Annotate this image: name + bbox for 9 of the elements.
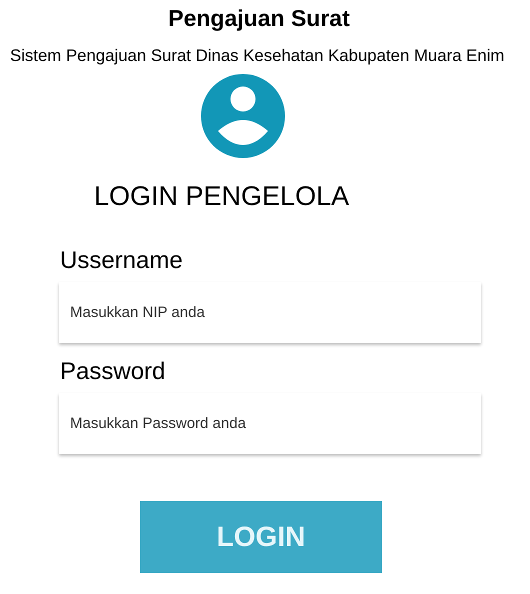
user-avatar-icon [201, 74, 285, 158]
page-subtitle: Sistem Pengajuan Surat Dinas Kesehatan Kabupaten Muara Enim [10, 46, 506, 66]
field-label: Password [60, 357, 166, 387]
login-button[interactable]: LOGIN [140, 501, 382, 573]
login-heading: LOGIN PENGELOLA [94, 180, 350, 212]
input-field[interactable]: Masukkan Password anda [59, 393, 481, 454]
page-title: Pengajuan Surat [168, 4, 350, 32]
input-field[interactable]: Masukkan NIP anda [59, 282, 481, 343]
field-label: Ussername [60, 246, 184, 276]
